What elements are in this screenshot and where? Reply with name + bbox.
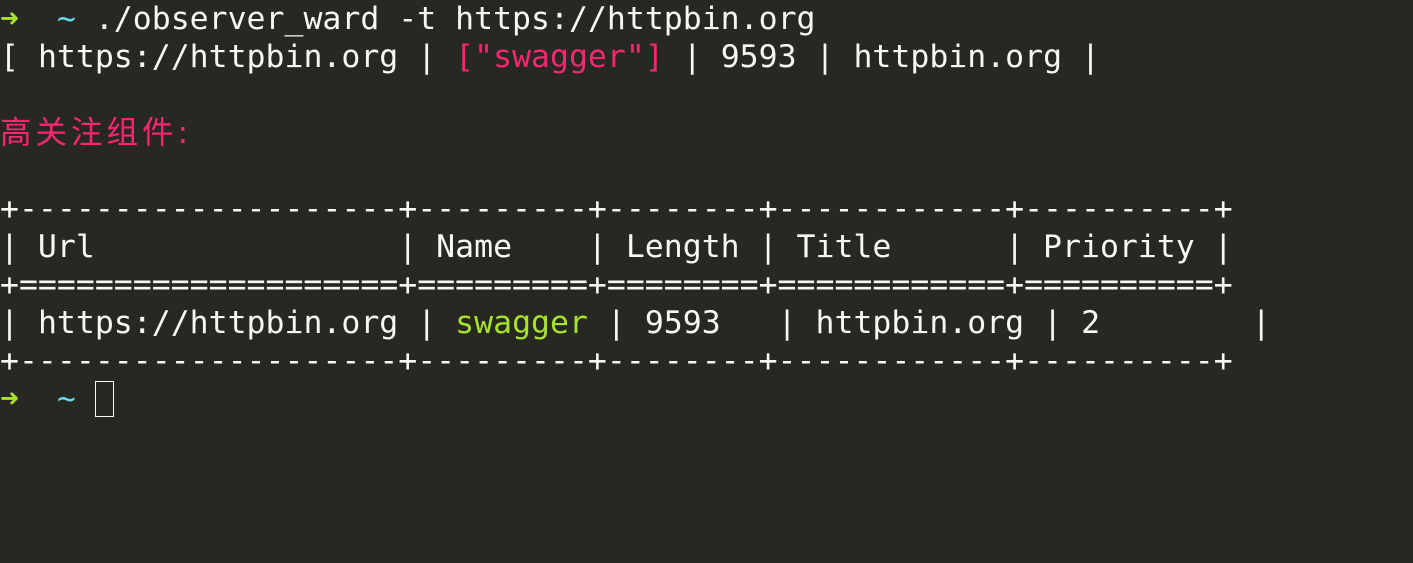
cell-length: 9593 (644, 305, 721, 341)
table-header-row: | Url | Name | Length | Title | Priority… (0, 229, 1233, 265)
table-header-separator: +====================+=========+========… (0, 267, 1233, 303)
result-url: https://httpbin.org (37, 39, 399, 75)
cell-priority: 2 (1081, 305, 1101, 341)
table-border-bottom: +--------------------+---------+--------… (0, 343, 1233, 379)
prompt-tilde: ~ (56, 381, 76, 417)
result-names: ["swagger"] (455, 39, 664, 75)
cell-divider: | (1024, 305, 1082, 341)
cell-title: httpbin.org (815, 305, 1025, 341)
cell-url: https://httpbin.org (37, 305, 399, 341)
section-heading: 高关注组件: (0, 115, 193, 151)
cell-divider: | (0, 305, 38, 341)
table-row: | https://httpbin.org | swagger | 9593 |… (0, 304, 1271, 342)
text-cursor[interactable] (94, 381, 114, 417)
prompt-line[interactable]: ➜ ~ (0, 380, 114, 418)
cell-divider: | (1100, 305, 1271, 341)
command-line: ➜ ~ ./observer_ward -t https://httpbin.o… (0, 0, 816, 38)
result-title: httpbin.org (853, 39, 1063, 75)
cell-name: swagger (455, 305, 588, 341)
result-line: [ https://httpbin.org | ["swagger"] | 95… (0, 38, 1100, 76)
result-sep: | (663, 39, 721, 75)
prompt-arrow-icon: ➜ (0, 381, 19, 417)
result-length: 9593 (720, 39, 797, 75)
terminal-window[interactable]: ➜ ~ ./observer_ward -t https://httpbin.o… (0, 0, 1413, 563)
result-sep: | (796, 39, 854, 75)
prompt-arrow-icon: ➜ (0, 1, 19, 37)
cell-divider: | (398, 305, 456, 341)
cell-divider: | (720, 305, 816, 341)
cell-divider: | (587, 305, 645, 341)
result-open: [ (0, 39, 38, 75)
table-border-top: +--------------------+---------+--------… (0, 191, 1233, 227)
result-sep: | (398, 39, 456, 75)
prompt-tilde: ~ (56, 1, 76, 37)
result-close: | (1062, 39, 1101, 75)
command-text: ./observer_ward -t https://httpbin.org (75, 1, 816, 37)
